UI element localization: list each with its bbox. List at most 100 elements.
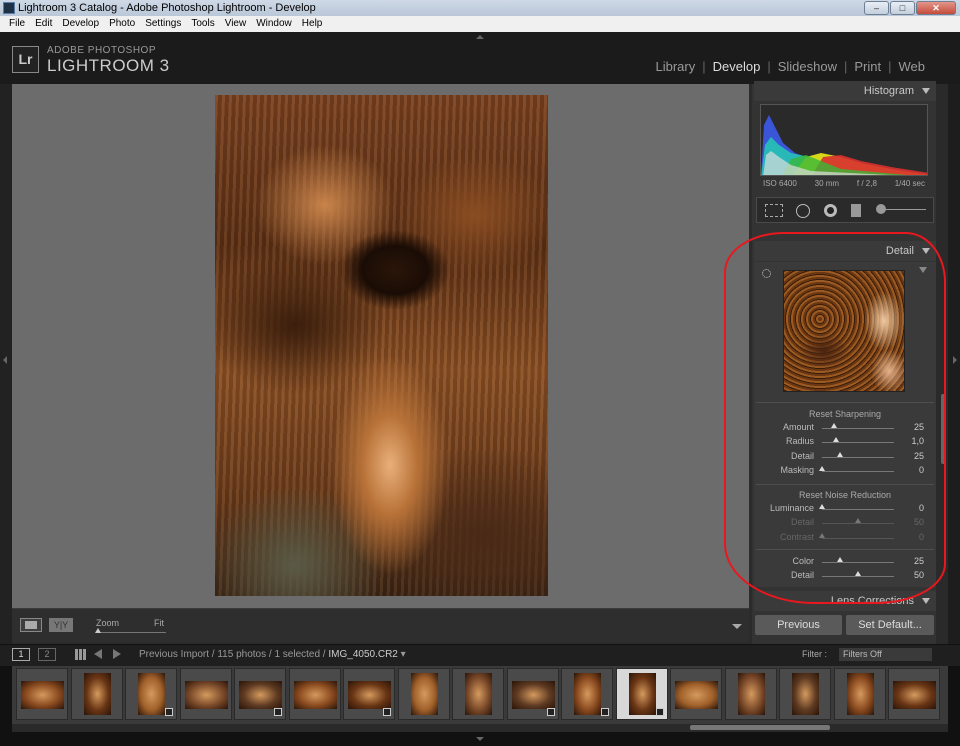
filmstrip-scrollthumb[interactable] (690, 725, 830, 730)
filmstrip-thumbnail[interactable] (670, 668, 722, 720)
detail-header[interactable]: Detail (754, 241, 936, 261)
filmstrip-thumbnail[interactable] (506, 668, 559, 720)
grid-view-icon[interactable] (75, 649, 86, 660)
menu-tools[interactable]: Tools (186, 16, 219, 32)
menu-view[interactable]: View (220, 16, 252, 32)
filmstrip-thumbnail[interactable] (724, 668, 777, 720)
slider-value[interactable]: 25 (896, 451, 924, 461)
maximize-button[interactable]: □ (890, 1, 915, 15)
slider-track[interactable] (822, 442, 894, 444)
slider-knob[interactable] (819, 532, 825, 538)
graduated-filter-icon[interactable] (851, 204, 861, 217)
slider-knob[interactable] (855, 571, 861, 577)
filmstrip-thumbnail[interactable] (397, 668, 450, 720)
slider-track[interactable] (822, 537, 894, 539)
lens-corrections-header[interactable]: Lens Corrections (754, 591, 936, 611)
slider-row[interactable]: Radius 1,0 (756, 436, 932, 449)
zoom-slider-knob[interactable] (95, 628, 101, 633)
slider-knob[interactable] (837, 557, 843, 562)
close-button[interactable]: ✕ (916, 1, 956, 15)
detail-preview[interactable] (783, 270, 905, 392)
red-eye-icon[interactable] (824, 204, 837, 217)
crop-icon[interactable] (765, 204, 783, 217)
slider-track[interactable] (822, 523, 894, 525)
module-web[interactable]: Web (892, 59, 933, 74)
filmstrip-thumbnail[interactable] (179, 668, 232, 720)
preview-toggle-icon[interactable] (919, 267, 927, 273)
forward-arrow-icon[interactable] (113, 649, 121, 659)
filmstrip-thumbnail[interactable] (16, 668, 68, 720)
menu-help[interactable]: Help (297, 16, 328, 32)
toolbar-menu-icon[interactable] (732, 624, 742, 629)
slider-track[interactable] (822, 509, 894, 510)
slider-value[interactable]: 0 (896, 532, 924, 542)
left-panel-toggle-icon[interactable] (3, 356, 7, 364)
histogram-header[interactable]: Histogram (754, 81, 936, 101)
filmstrip-thumbnail[interactable] (561, 668, 613, 720)
menu-edit[interactable]: Edit (30, 16, 57, 32)
slider-value[interactable]: 1,0 (896, 436, 924, 446)
slider-track[interactable] (822, 428, 894, 429)
minimize-button[interactable]: – (864, 1, 889, 15)
menu-file[interactable]: File (4, 16, 30, 32)
slider-row[interactable]: Amount 25 (756, 422, 932, 435)
previous-button[interactable]: Previous (755, 615, 842, 635)
zoom-slider[interactable] (96, 632, 166, 633)
slider-value[interactable]: 0 (896, 465, 924, 475)
slider-row[interactable]: Detail 25 (756, 451, 932, 464)
set-default-button[interactable]: Set Default... (846, 615, 934, 635)
module-print[interactable]: Print (847, 59, 888, 74)
menu-photo[interactable]: Photo (104, 16, 140, 32)
slider-knob[interactable] (837, 451, 843, 457)
menu-window[interactable]: Window (251, 16, 297, 32)
slider-track[interactable] (822, 562, 894, 563)
back-arrow-icon[interactable] (94, 649, 102, 659)
right-panel-toggle-icon[interactable] (953, 356, 957, 364)
filmstrip-thumbnail[interactable] (833, 668, 886, 720)
filmstrip-thumbnail[interactable] (343, 668, 395, 720)
main-photo[interactable] (215, 95, 548, 596)
filmstrip-thumbnail[interactable] (615, 668, 668, 720)
right-panel-scrollthumb[interactable] (941, 394, 946, 464)
filmstrip-thumbnail[interactable] (125, 668, 177, 720)
module-library[interactable]: Library (648, 59, 702, 74)
slider-value[interactable]: 25 (896, 422, 924, 432)
spot-removal-icon[interactable] (796, 204, 810, 218)
before-after-button[interactable]: Y|Y (49, 618, 73, 632)
top-panel-toggle-icon[interactable] (476, 35, 484, 39)
slider-value[interactable]: 50 (896, 517, 924, 527)
slider-track[interactable] (822, 576, 894, 578)
adjustment-brush-icon[interactable] (876, 204, 886, 214)
slider-row[interactable]: Detail 50 (756, 517, 932, 530)
secondary-window-button[interactable]: 2 (38, 648, 56, 661)
slider-row[interactable]: Masking 0 (756, 465, 932, 478)
filmstrip-thumbnail[interactable] (288, 668, 341, 720)
histogram-graph[interactable] (760, 104, 928, 176)
slider-row[interactable]: Detail 50 (756, 570, 932, 583)
bottom-panel-toggle-icon[interactable] (476, 737, 484, 741)
filmstrip-thumbnail[interactable] (779, 668, 831, 720)
filmstrip-thumbnail[interactable] (70, 668, 123, 720)
target-adjust-icon[interactable] (762, 269, 771, 278)
slider-row[interactable]: Contrast 0 (756, 532, 932, 545)
slider-knob[interactable] (833, 437, 840, 443)
filmstrip-thumbnail[interactable] (452, 668, 504, 720)
menu-settings[interactable]: Settings (140, 16, 186, 32)
reset-noise-label[interactable]: Reset Noise Reduction (754, 490, 936, 500)
slider-value[interactable]: 0 (896, 503, 924, 513)
filmstrip-source[interactable]: Previous Import / 115 photos / 1 selecte… (139, 649, 406, 660)
slider-track[interactable] (822, 470, 894, 472)
primary-window-button[interactable]: 1 (12, 648, 30, 661)
slider-track[interactable] (822, 456, 894, 458)
slider-knob[interactable] (855, 518, 861, 524)
menu-develop[interactable]: Develop (57, 16, 104, 32)
filter-select[interactable]: Filters Off (839, 648, 932, 661)
slider-knob[interactable] (819, 504, 825, 509)
filmstrip-thumbnail[interactable] (888, 668, 940, 720)
module-develop[interactable]: Develop (706, 59, 768, 74)
slider-value[interactable]: 50 (896, 570, 924, 580)
filmstrip-thumbnail[interactable] (234, 668, 286, 720)
slider-knob[interactable] (819, 465, 825, 471)
slider-knob[interactable] (831, 423, 838, 428)
right-panel-scrolltrack[interactable] (936, 84, 948, 644)
